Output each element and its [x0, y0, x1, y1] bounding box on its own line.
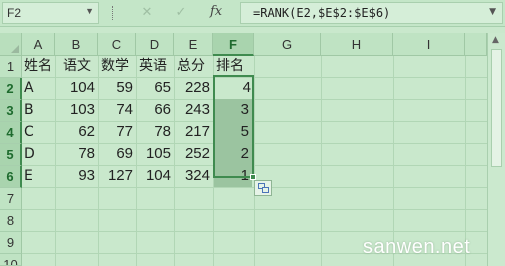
cell-b4[interactable]: 62	[55, 121, 98, 143]
cell-d6[interactable]: 104	[136, 165, 174, 187]
cell-b6[interactable]: 93	[55, 165, 98, 187]
row-header-10[interactable]: 10	[0, 254, 22, 266]
column-header-a[interactable]: A	[22, 33, 55, 56]
cell-e1[interactable]: 总分	[175, 55, 213, 77]
cell-c3[interactable]: 74	[98, 99, 136, 121]
formula-text: =RANK(E2,$E$2:$E$6)	[253, 6, 391, 20]
row-header-1[interactable]: 1	[0, 56, 22, 78]
column-header-h[interactable]: H	[321, 33, 393, 56]
row-header-9[interactable]: 9	[0, 232, 22, 254]
formula-bar: F2 ▼ ✕ ✓ fx =RANK(E2,$E$2:$E$6) ▼	[0, 0, 505, 27]
cell-d4[interactable]: 78	[136, 121, 174, 143]
cell-b3[interactable]: 103	[55, 99, 98, 121]
check-icon[interactable]: ✓	[172, 4, 190, 22]
name-box[interactable]: F2 ▼	[2, 2, 99, 24]
column-header-c[interactable]: C	[98, 33, 136, 56]
select-all-button[interactable]	[0, 33, 22, 56]
cell-a5[interactable]: D	[22, 143, 55, 165]
name-box-value: F2	[7, 6, 22, 20]
cell-f1[interactable]: 排名	[214, 55, 254, 77]
row-header-7[interactable]: 7	[0, 188, 22, 210]
cell-a6[interactable]: E	[22, 165, 55, 187]
column-header-partial[interactable]	[465, 33, 487, 56]
row-header-3[interactable]: 3	[0, 100, 22, 122]
scroll-thumb[interactable]	[491, 49, 502, 167]
cell-a2[interactable]: A	[22, 77, 55, 99]
cell-d3[interactable]: 66	[136, 99, 174, 121]
column-header-g[interactable]: G	[254, 33, 321, 56]
cell-e6[interactable]: 324	[174, 165, 213, 187]
cell-c6[interactable]: 127	[98, 165, 136, 187]
row-header-4[interactable]: 4	[0, 122, 22, 144]
selection-outline	[213, 75, 254, 178]
cell-d5[interactable]: 105	[136, 143, 174, 165]
expand-formula-icon[interactable]: ▼	[489, 7, 496, 17]
cell-e2[interactable]: 228	[174, 77, 213, 99]
column-header-b[interactable]: B	[55, 33, 98, 56]
vertical-scrollbar[interactable]: ▲	[487, 33, 505, 266]
cell-b1[interactable]: 语文	[61, 55, 98, 77]
column-header-d[interactable]: D	[136, 33, 174, 56]
cell-c2[interactable]: 59	[98, 77, 136, 99]
row-header-5[interactable]: 5	[0, 144, 22, 166]
row-header-2[interactable]: 2	[0, 78, 22, 100]
insert-function-icon[interactable]: fx	[210, 4, 222, 19]
cell-e4[interactable]: 217	[174, 121, 213, 143]
column-header-e[interactable]: E	[174, 33, 213, 56]
watermark: sanwen.net	[363, 236, 471, 258]
quick-analysis-icon[interactable]	[254, 180, 272, 196]
cell-c1[interactable]: 数学	[99, 55, 136, 77]
column-header-i[interactable]: I	[393, 33, 465, 56]
cancel-icon[interactable]: ✕	[138, 4, 156, 22]
cell-a3[interactable]: B	[22, 99, 55, 121]
cell-d2[interactable]: 65	[136, 77, 174, 99]
scroll-up-icon[interactable]: ▲	[492, 35, 499, 45]
row-header-8[interactable]: 8	[0, 210, 22, 232]
cell-b5[interactable]: 78	[55, 143, 98, 165]
separator	[112, 6, 114, 20]
cell-e3[interactable]: 243	[174, 99, 213, 121]
cell-c4[interactable]: 77	[98, 121, 136, 143]
cell-d1[interactable]: 英语	[137, 55, 174, 77]
formula-input[interactable]: =RANK(E2,$E$2:$E$6) ▼	[240, 2, 503, 24]
cell-b2[interactable]: 104	[55, 77, 98, 99]
cell-e5[interactable]: 252	[174, 143, 213, 165]
cell-c5[interactable]: 69	[98, 143, 136, 165]
cell-a4[interactable]: C	[22, 121, 55, 143]
cell-a1[interactable]: 姓名	[22, 55, 62, 77]
row-header-6[interactable]: 6	[0, 166, 22, 188]
chevron-down-icon[interactable]: ▼	[85, 6, 94, 16]
column-header-f[interactable]: F	[213, 33, 254, 56]
